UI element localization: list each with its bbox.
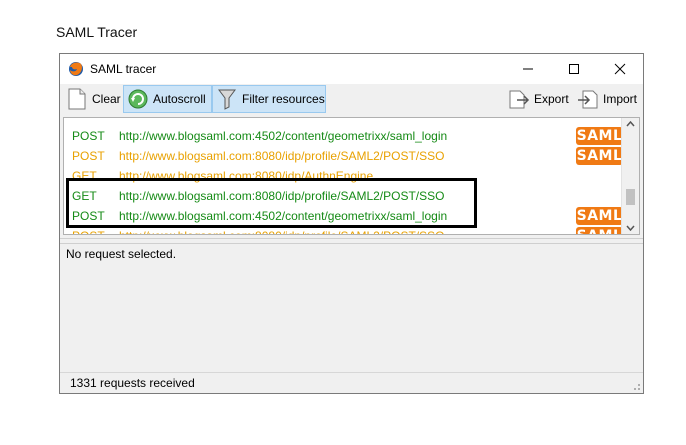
- request-method: GET: [72, 189, 97, 203]
- minimize-button[interactable]: [505, 54, 551, 84]
- request-url: http://www.blogsaml.com:8080/idp/profile…: [119, 226, 444, 234]
- filter-resources-label: Filter resources: [242, 92, 325, 106]
- request-url: http://www.blogsaml.com:8080/idp/profile…: [119, 149, 445, 163]
- no-request-text: No request selected.: [66, 247, 177, 261]
- request-url: http://www.blogsaml.com:8080/idp/profile…: [119, 189, 445, 203]
- request-rows: POST http://www.blogsaml.com:4502/content…: [64, 126, 623, 234]
- blank-page-icon: [66, 88, 88, 110]
- toolbar: Clear Autoscroll Filter resources Export…: [60, 84, 643, 116]
- request-url: http://www.blogsaml.com:4502/content/geo…: [119, 209, 448, 223]
- scroll-up-icon[interactable]: [626, 121, 635, 127]
- refresh-icon: [127, 88, 149, 110]
- export-label: Export: [534, 92, 569, 106]
- request-row[interactable]: GET http://www.blogsaml.com:8080/idp/prof…: [64, 186, 622, 206]
- import-label: Import: [603, 92, 638, 106]
- scroll-down-icon[interactable]: [626, 225, 635, 231]
- request-row[interactable]: POST http://www.blogsaml.com:8080/idp/pro…: [64, 146, 623, 166]
- clear-button[interactable]: Clear: [64, 85, 124, 113]
- request-row[interactable]: GET http://www.blogsaml.com:8080/idp/Auth…: [64, 166, 622, 186]
- request-row[interactable]: POST http://www.blogsaml.com:4502/content…: [64, 206, 623, 226]
- import-button[interactable]: Import: [577, 85, 643, 113]
- request-method: POST: [72, 129, 105, 143]
- request-method: GET: [72, 169, 97, 183]
- autoscroll-toggle[interactable]: Autoscroll: [123, 85, 212, 113]
- request-method: POST: [72, 209, 105, 223]
- vertical-scrollbar[interactable]: [621, 118, 639, 234]
- scrollbar-thumb[interactable]: [626, 189, 635, 205]
- export-icon: [508, 88, 530, 110]
- clear-label: Clear: [92, 92, 121, 106]
- request-list[interactable]: POST http://www.blogsaml.com:4502/content…: [63, 117, 640, 235]
- request-method: POST: [72, 226, 105, 234]
- close-button[interactable]: [597, 54, 643, 84]
- request-detail-pane: No request selected.: [63, 244, 640, 374]
- filter-resources-toggle[interactable]: Filter resources: [212, 85, 326, 113]
- saml-badge: SAML: [576, 147, 623, 165]
- funnel-icon: [216, 88, 238, 110]
- saml-badge: SAML: [576, 207, 623, 225]
- status-bar: 1331 requests received: [60, 372, 643, 393]
- resize-grip-icon[interactable]: [631, 381, 641, 391]
- firefox-icon: [68, 61, 84, 77]
- import-icon: [577, 88, 599, 110]
- request-row[interactable]: POST http://www.blogsaml.com:4502/content…: [64, 126, 623, 146]
- request-url: http://www.blogsaml.com:8080/idp/AuthnEn…: [119, 169, 374, 183]
- saml-badge: SAML: [576, 127, 623, 145]
- title-bar[interactable]: SAML tracer: [60, 54, 643, 84]
- saml-badge: SAML: [576, 227, 623, 234]
- page-caption: SAML Tracer: [56, 24, 138, 40]
- export-button[interactable]: Export: [508, 85, 574, 113]
- requests-count: 1331 requests received: [70, 376, 195, 390]
- maximize-button[interactable]: [551, 54, 597, 84]
- request-url: http://www.blogsaml.com:4502/content/geo…: [119, 129, 448, 143]
- window-title: SAML tracer: [90, 62, 157, 76]
- autoscroll-label: Autoscroll: [153, 92, 206, 106]
- request-row[interactable]: POST http://www.blogsaml.com:8080/idp/pro…: [64, 226, 623, 234]
- saml-tracer-window: SAML tracer Clear Autoscroll Filter reso…: [59, 53, 644, 394]
- request-method: POST: [72, 149, 105, 163]
